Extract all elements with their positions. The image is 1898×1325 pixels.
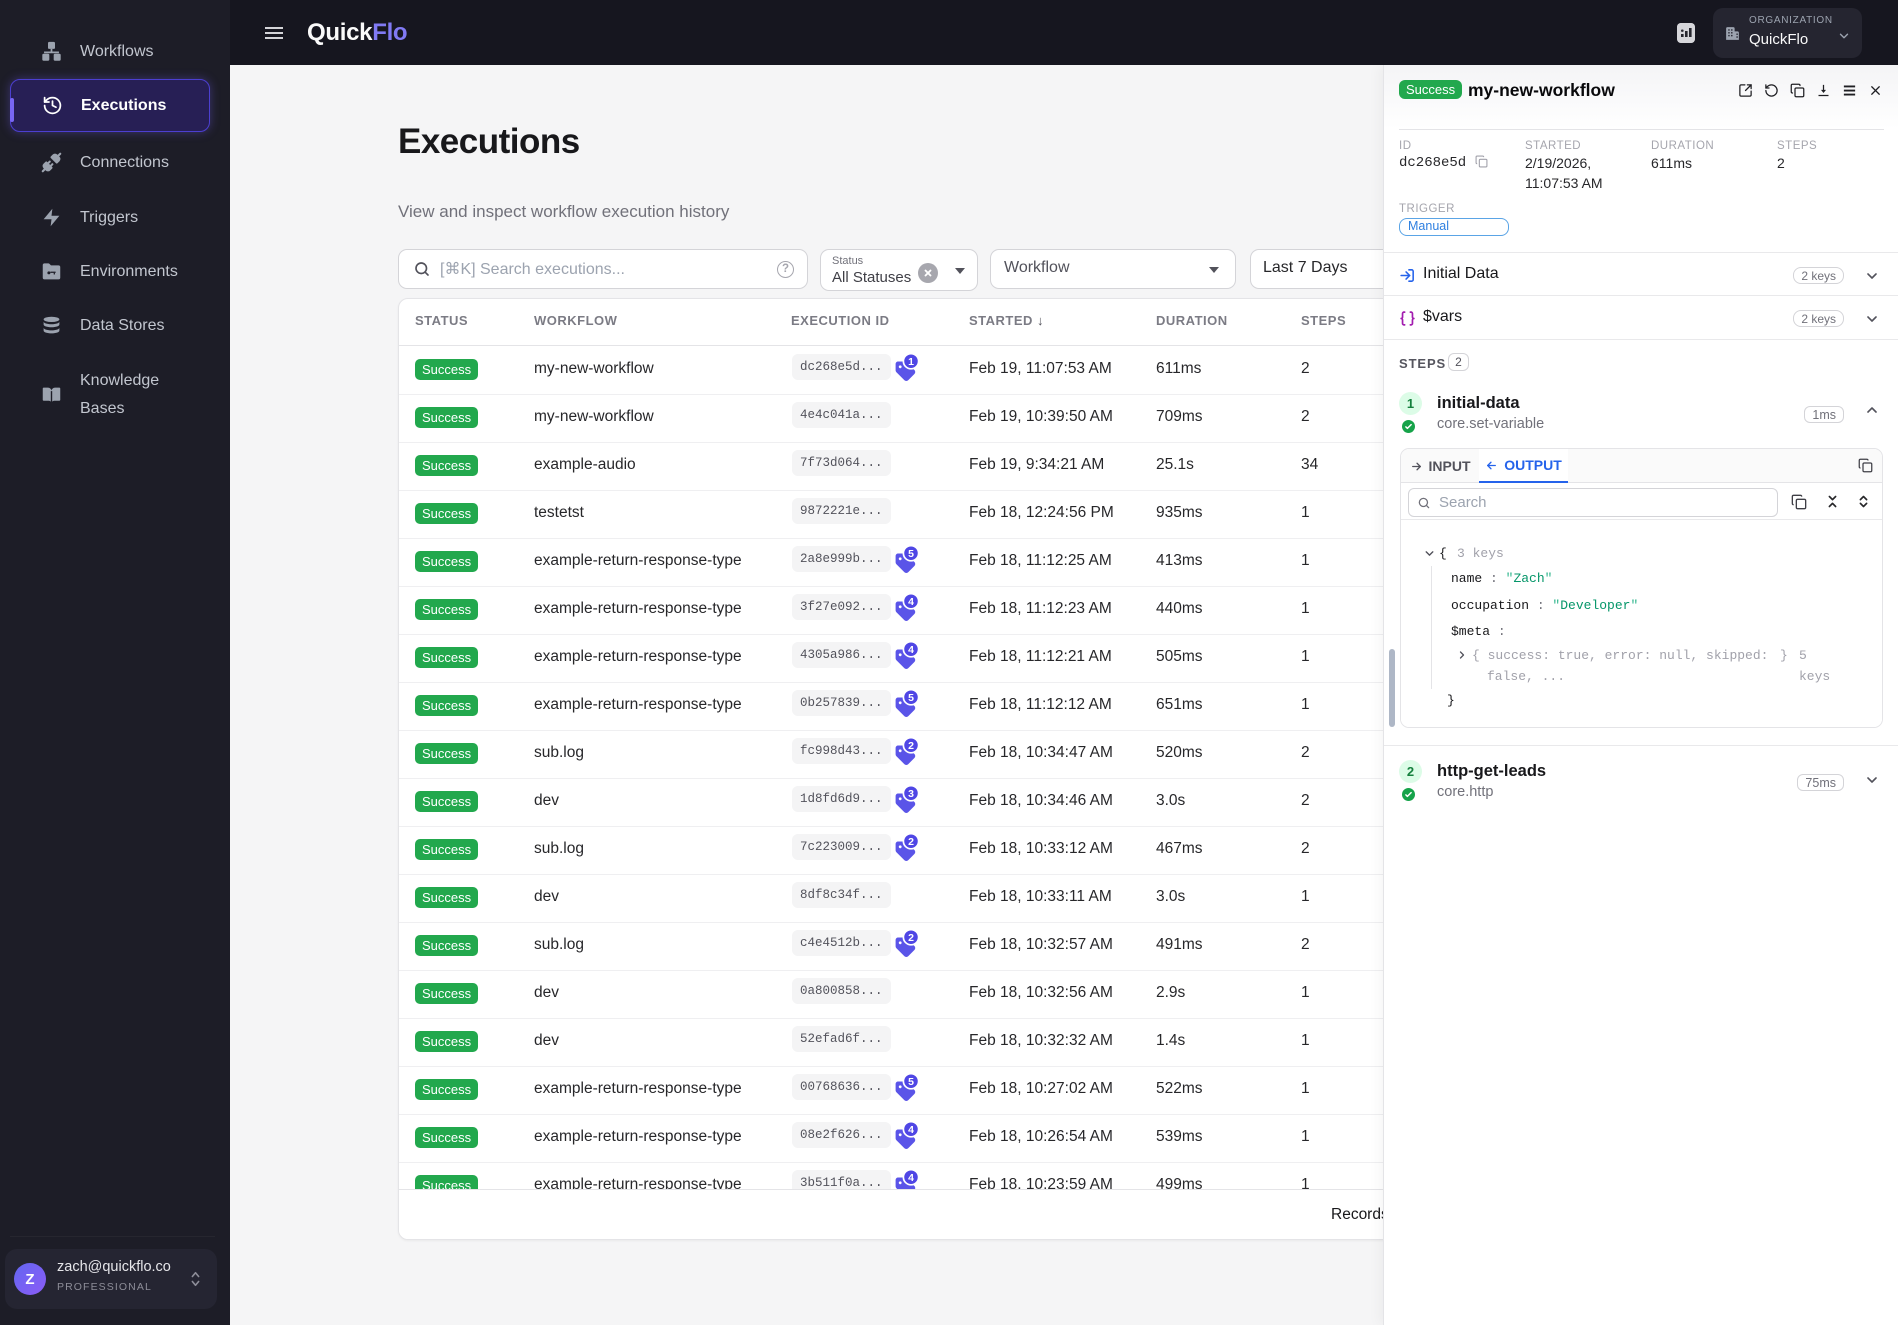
svg-text:5: 5 <box>908 692 914 704</box>
svg-text:3: 3 <box>908 788 914 800</box>
svg-text:2: 2 <box>908 932 914 944</box>
svg-text:2: 2 <box>908 836 914 848</box>
svg-text:2: 2 <box>908 740 914 752</box>
svg-text:4: 4 <box>908 644 914 656</box>
svg-text:4: 4 <box>908 1124 914 1136</box>
svg-text:1: 1 <box>908 356 914 368</box>
svg-text:4: 4 <box>908 596 914 608</box>
svg-text:4: 4 <box>908 1172 914 1184</box>
svg-text:5: 5 <box>908 548 914 560</box>
svg-text:5: 5 <box>908 1076 914 1088</box>
